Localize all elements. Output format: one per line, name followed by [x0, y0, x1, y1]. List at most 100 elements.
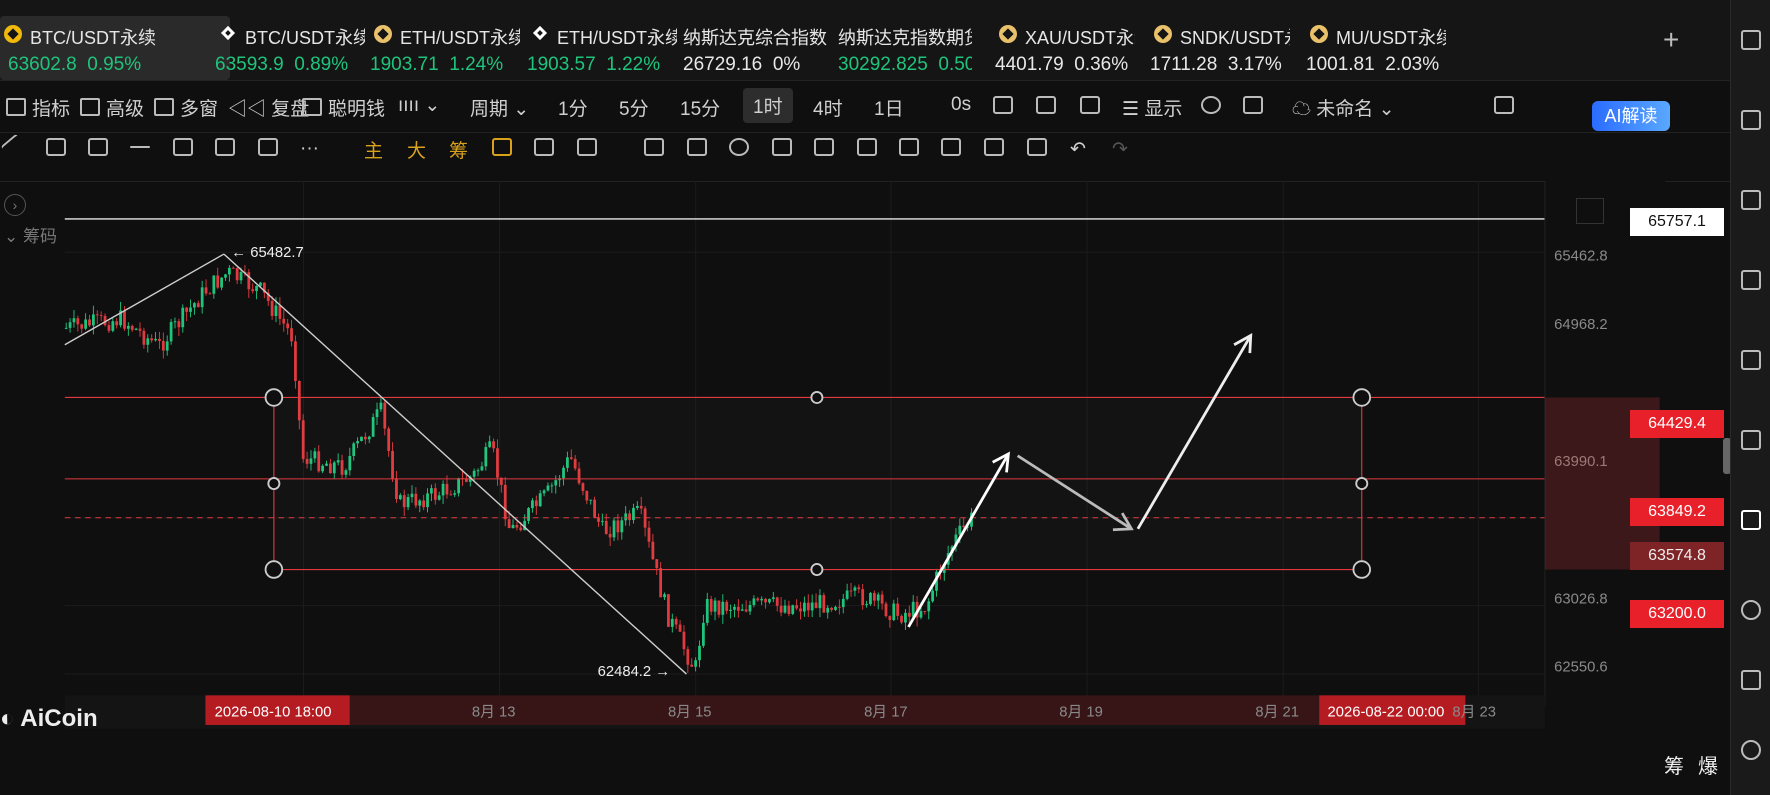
smart-money-button[interactable]: 聪明钱 [302, 94, 385, 121]
display-button[interactable]: ☰ 显示 [1122, 94, 1182, 121]
candle-body [698, 645, 701, 661]
lock-icon[interactable] [857, 138, 877, 156]
tf-5m[interactable]: 5分 [619, 94, 649, 121]
channel-icon[interactable] [88, 138, 108, 156]
tf-1d[interactable]: 1日 [874, 94, 904, 121]
candle-body [919, 611, 923, 618]
list-icon[interactable] [1741, 110, 1761, 130]
zoom-fit-icon[interactable] [1576, 198, 1604, 224]
settings-icon[interactable] [1201, 96, 1221, 114]
candle-body [771, 597, 775, 600]
magnet-icon[interactable] [941, 138, 961, 156]
grid-layout-icon[interactable] [1741, 30, 1761, 50]
svg-text:8月 13: 8月 13 [472, 705, 516, 721]
exchange-icon[interactable] [1741, 600, 1761, 620]
candle-body [158, 338, 161, 342]
candle-body [239, 272, 243, 281]
ticker-tab-eth-okx[interactable]: ETH/USDT永续 1903.57 1.22% [527, 16, 699, 80]
trash-icon[interactable] [1027, 138, 1047, 156]
main-indicator-toggle[interactable]: 主 [364, 136, 383, 163]
advanced-button[interactable]: 高级 [80, 94, 144, 121]
ticker-tab-eth-binance[interactable]: ETH/USDT永续 1903.71 1.24% [370, 16, 542, 80]
etf-icon[interactable] [1741, 430, 1761, 450]
price-chart[interactable]: ← 65482.7 62484.2 → 65462.8 64968.2 6399… [0, 181, 1730, 749]
candle-body [721, 601, 725, 615]
candle-body [686, 649, 690, 665]
candle-body [667, 594, 670, 627]
share-icon[interactable] [1494, 96, 1514, 114]
book-icon[interactable] [1741, 670, 1761, 690]
sync-icon[interactable] [534, 138, 554, 156]
headset-icon[interactable] [1741, 740, 1761, 760]
ticker-tab-sndk[interactable]: SNDK/USDT永续 1711.28 3.17% [1150, 16, 1322, 80]
candle-body [76, 318, 80, 325]
candle-body [822, 595, 826, 613]
liquidation-bottom-button[interactable]: 爆 [1698, 750, 1718, 779]
candle-body [212, 275, 216, 294]
tf-15m[interactable]: 15分 [680, 94, 720, 121]
tf-4h[interactable]: 4时 [813, 94, 843, 121]
magic-icon[interactable] [492, 138, 512, 156]
axis-tick: 65462.8 [1554, 249, 1608, 265]
copy-icon[interactable] [644, 138, 664, 156]
layout-name-dropdown[interactable]: ☁ 未命名 ⌄ [1292, 94, 1395, 121]
candle-body [196, 303, 200, 308]
ticker-tab-btc-binance[interactable]: BTC/USDT永续 63602.8 0.95% [0, 16, 230, 80]
big-order-toggle[interactable]: 大 [407, 136, 426, 163]
more-tools-icon[interactable]: ··· [300, 138, 319, 160]
candle-body [670, 618, 674, 627]
chips-toggle[interactable]: 筹 [449, 136, 468, 163]
wallet-icon[interactable] [1741, 190, 1761, 210]
hlines-icon[interactable] [46, 138, 66, 156]
chart-icon[interactable] [1741, 270, 1761, 290]
eraser-icon[interactable] [772, 138, 792, 156]
ticker-tab-nasdaq[interactable]: 纳斯达克综合指数 26729.16 0% [683, 16, 855, 80]
pen-icon[interactable] [1036, 96, 1056, 114]
chips-bottom-button[interactable]: 筹 [1664, 750, 1684, 779]
replay-button[interactable]: ◁◁ 复盘 [228, 94, 309, 121]
zoom-in-icon[interactable] [729, 138, 749, 156]
candle-body [725, 601, 729, 611]
filter-icon[interactable] [984, 138, 1004, 156]
monitor-icon[interactable] [1741, 350, 1761, 370]
chart-type-button[interactable]: ıııı ⌄ [398, 94, 440, 117]
chips-indicator-label[interactable]: ⌄ 筹码 [4, 222, 57, 247]
undo-icon[interactable]: ↶ [1070, 138, 1086, 161]
money-icon [302, 98, 322, 116]
candle-body [830, 607, 833, 610]
arrow-tool-icon[interactable] [258, 138, 278, 156]
measure-icon[interactable] [687, 138, 707, 156]
fullscreen-icon[interactable] [1243, 96, 1263, 114]
brush-icon[interactable] [577, 138, 597, 156]
tf-1m[interactable]: 1分 [558, 94, 588, 121]
camera-icon[interactable] [993, 96, 1013, 114]
tf-1h[interactable]: 1时 [743, 88, 793, 123]
bot-icon[interactable] [1741, 510, 1761, 530]
candle-body [177, 321, 181, 328]
template-icon[interactable] [899, 138, 919, 156]
ruler-icon[interactable] [215, 138, 235, 156]
add-panel-icon[interactable] [1080, 96, 1100, 114]
hide-drawings-icon[interactable] [814, 138, 834, 156]
okx-icon [532, 25, 548, 41]
axis-tick: 62550.6 [1554, 659, 1608, 675]
candle-body [204, 287, 208, 294]
rectangle-icon[interactable] [173, 138, 193, 156]
candle-body [880, 594, 884, 604]
crosshair-time-end: 2026-08-22 00:00 [1328, 705, 1445, 721]
add-tab-icon[interactable]: + [1663, 24, 1679, 56]
collapse-indicators-icon[interactable]: › [4, 194, 26, 216]
candle-body [68, 322, 72, 328]
candle-body [235, 268, 239, 281]
horizontal-line-icon[interactable] [130, 146, 150, 148]
multi-window-button[interactable]: 多窗 [154, 94, 218, 121]
ticker-tab-xau[interactable]: XAU/USDT永续 4401.79 0.36% [995, 16, 1167, 80]
ai-interpret-button[interactable]: AI解读 [1592, 101, 1670, 131]
ticker-tab-mu[interactable]: MU/USDT永续 1001.81 2.03% [1306, 16, 1478, 80]
indicator-button[interactable]: 指标 [6, 94, 70, 121]
ticker-tab-btc-okx[interactable]: BTC/USDT永续 63593.9 0.89% [215, 16, 387, 80]
ticker-tab-nasdaq-futures[interactable]: 纳斯达克指数期货 30292.825 0.50% [838, 16, 972, 80]
period-dropdown[interactable]: 周期 ⌄ [470, 94, 529, 121]
redo-icon[interactable]: ↷ [1112, 138, 1128, 161]
aicoin-logo: ◐ AiCoin [0, 705, 98, 732]
